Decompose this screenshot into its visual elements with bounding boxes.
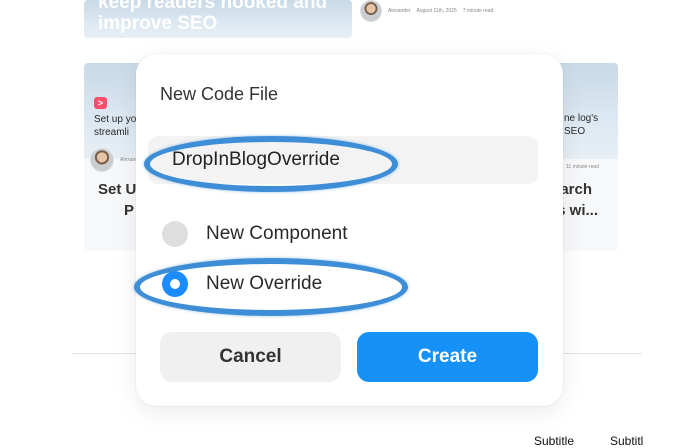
- create-button[interactable]: Create: [357, 332, 538, 382]
- post-date: August 11th, 2025: [416, 8, 457, 14]
- highlight-ellipse-name: [144, 136, 398, 192]
- card-meta: Alexander August 11th, 2025 7 minute rea…: [360, 0, 493, 22]
- brand-badge-icon: >: [94, 97, 107, 109]
- blog-card-top-left[interactable]: keep readers hooked and improve SEO: [84, 0, 352, 38]
- radio-new-component[interactable]: [162, 221, 188, 247]
- author-avatar: [90, 148, 114, 172]
- option-new-component[interactable]: New Component: [162, 221, 348, 247]
- author-name: Alexander: [388, 8, 411, 14]
- card-meta: 11 minute read: [566, 164, 599, 170]
- author-avatar: [360, 0, 382, 22]
- new-code-file-dialog: New Code File DropInBlogOverride New Com…: [136, 54, 563, 406]
- footer-subtitle-2: Subtitl: [610, 434, 644, 448]
- option-label-new-component: New Component: [206, 223, 348, 244]
- cancel-button[interactable]: Cancel: [160, 332, 341, 382]
- read-time: 7 minute read: [462, 8, 494, 14]
- read-time: 11 minute read: [566, 164, 599, 170]
- card-meta: Alexand: [90, 148, 138, 172]
- card-image-text: ne log's SEO: [564, 113, 599, 137]
- dialog-title: New Code File: [160, 84, 279, 104]
- footer-subtitle: Subtitle: [534, 434, 575, 448]
- card-title[interactable]: Set U: [98, 179, 136, 200]
- card-title-line2[interactable]: P: [124, 200, 134, 221]
- card-image-headline: keep readers hooked and improve SEO: [98, 0, 328, 34]
- highlight-ellipse-override: [134, 258, 408, 316]
- blog-card-top-right[interactable]: Alexander August 11th, 2025 7 minute rea…: [352, 0, 618, 38]
